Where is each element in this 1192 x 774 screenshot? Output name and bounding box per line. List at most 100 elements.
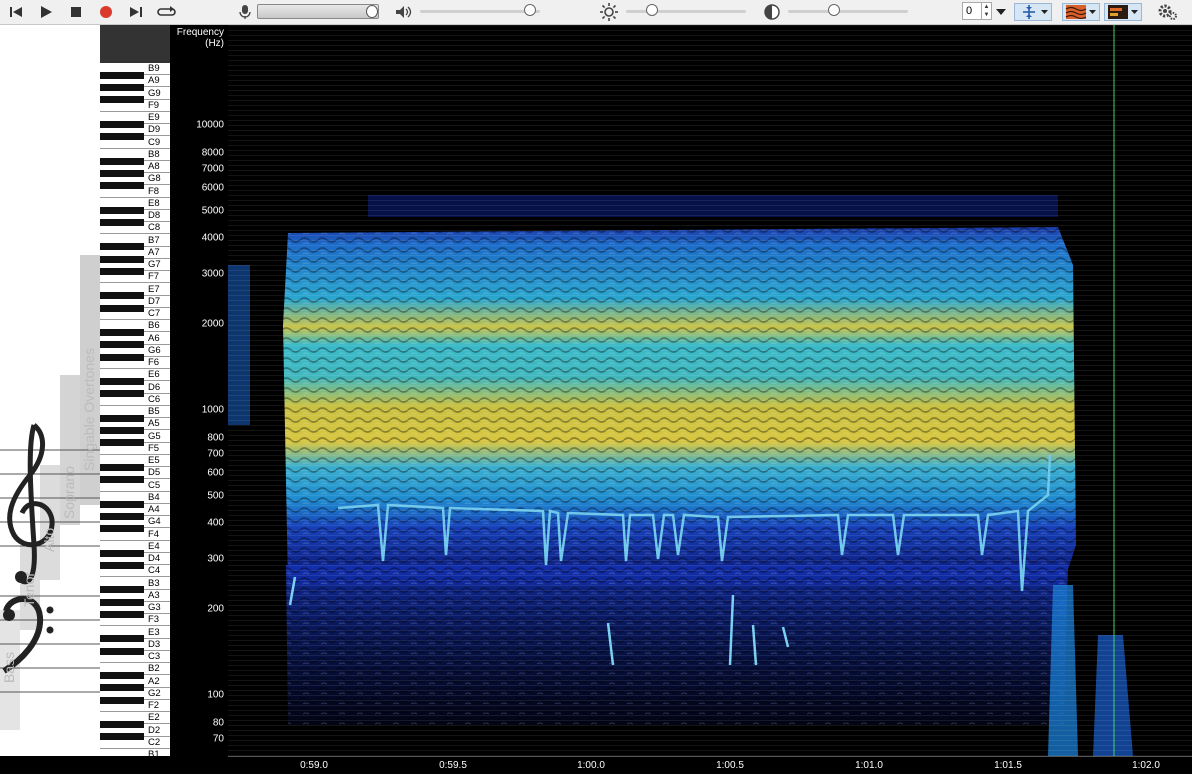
piano-note-label: C4 <box>148 565 161 577</box>
piano-black-key[interactable] <box>100 414 144 422</box>
piano-black-key[interactable] <box>100 525 144 532</box>
brightness-slider-thumb[interactable] <box>646 4 658 16</box>
piano-note-label: B9 <box>148 63 160 74</box>
loop-button[interactable] <box>155 2 179 22</box>
piano-black-key[interactable] <box>100 353 144 361</box>
colormap-dropdown[interactable] <box>1062 3 1100 21</box>
play-button[interactable] <box>36 2 56 22</box>
brightness-slider-track[interactable] <box>626 10 746 13</box>
piano-black-key[interactable] <box>100 549 144 557</box>
piano-note-label: C2 <box>148 736 161 748</box>
stop-button[interactable] <box>66 2 86 22</box>
piano-black-key[interactable] <box>100 561 144 569</box>
piano-black-key[interactable] <box>100 512 144 520</box>
piano-black-key[interactable] <box>100 255 144 263</box>
piano-black-key[interactable] <box>100 71 144 79</box>
frequency-tick-label: 70 <box>212 733 224 745</box>
voice-range-panel: Bass Tenor Alto Soprano Singable Overton… <box>0 25 100 756</box>
piano-black-key[interactable] <box>100 206 144 214</box>
piano-note-label: D2 <box>148 724 161 736</box>
piano-black-key[interactable] <box>100 304 144 312</box>
piano-black-key[interactable] <box>100 292 144 300</box>
piano-note-label: F8 <box>148 185 160 197</box>
record-icon <box>100 6 112 18</box>
piano-black-key[interactable] <box>100 684 144 692</box>
frequency-tick-label: 800 <box>207 432 224 444</box>
offset-dropdown-button[interactable] <box>994 2 1008 22</box>
piano-note-label: A2 <box>148 675 160 687</box>
volume-slider-thumb[interactable] <box>524 4 536 16</box>
piano-note-label: A7 <box>148 246 160 258</box>
piano-note-label: E9 <box>148 112 160 123</box>
piano-black-key[interactable] <box>100 218 144 226</box>
piano-black-key[interactable] <box>100 610 144 618</box>
piano-keys[interactable]: B9 A9 G9 F9 E9 D9 C9 B8 A8 G8 F8 E8 D8 C8 B7 A7 G7 F7 E7 D7… <box>100 63 170 756</box>
voice-label-bass: Bass <box>1 651 17 683</box>
piano-note-label: D9 <box>148 124 161 136</box>
brightness-icon <box>598 2 620 22</box>
piano-black-key[interactable] <box>100 586 144 594</box>
piano-black-key[interactable] <box>100 133 144 140</box>
pitch-marker-icon <box>1023 5 1048 19</box>
piano-black-key[interactable] <box>100 169 144 177</box>
piano-note-label: A8 <box>148 161 160 172</box>
piano-note-label: D5 <box>148 467 161 479</box>
spectrogram-image[interactable] <box>228 25 1192 756</box>
microphone-icon <box>236 2 254 22</box>
frequency-tick-label: 500 <box>207 490 224 502</box>
skip-forward-button[interactable] <box>126 2 146 22</box>
piano-black-key[interactable] <box>100 721 144 728</box>
piano-black-key[interactable] <box>100 500 144 508</box>
frequency-tick-label: 400 <box>207 517 224 529</box>
piano-black-key[interactable] <box>100 463 144 471</box>
piano-black-key[interactable] <box>100 672 144 679</box>
piano-note-label: B7 <box>148 234 160 246</box>
skip-back-button[interactable] <box>6 2 26 22</box>
piano-black-key[interactable] <box>100 476 144 483</box>
spectrogram-view[interactable] <box>228 25 1192 756</box>
piano-black-key[interactable] <box>100 390 144 398</box>
piano-note-label: D8 <box>148 210 161 221</box>
piano-black-key[interactable] <box>100 598 144 606</box>
contrast-slider-track[interactable] <box>788 10 908 13</box>
input-level-meter[interactable] <box>257 4 379 19</box>
piano-black-key[interactable] <box>100 157 144 165</box>
piano-note-label: B1 <box>148 749 160 756</box>
frequency-tick-label: 6000 <box>201 182 224 194</box>
piano-note-label: F6 <box>148 357 160 368</box>
piano-black-key[interactable] <box>100 378 144 385</box>
display-mode-dropdown[interactable] <box>1104 3 1142 21</box>
piano-header <box>100 25 170 63</box>
frequency-tick-label: 2000 <box>201 318 224 330</box>
piano-black-key[interactable] <box>100 427 144 434</box>
piano-note-label: B4 <box>148 491 160 503</box>
input-level-thumb[interactable] <box>366 5 378 18</box>
pitch-marker-dropdown[interactable] <box>1014 3 1052 21</box>
contrast-slider-thumb[interactable] <box>828 4 840 16</box>
piano-black-key[interactable] <box>100 329 144 336</box>
piano-black-key[interactable] <box>100 96 144 104</box>
piano-black-key[interactable] <box>100 696 144 704</box>
piano-note-label: D7 <box>148 295 161 307</box>
piano-black-key[interactable] <box>100 120 144 128</box>
piano-black-key[interactable] <box>100 341 144 349</box>
spin-arrows-icon[interactable]: ▲ ▼ <box>981 3 991 19</box>
piano-black-key[interactable] <box>100 647 144 655</box>
voice-label-tenor: Tenor <box>21 571 37 607</box>
piano-black-key[interactable] <box>100 267 144 275</box>
piano-note-label: D6 <box>148 381 161 393</box>
offset-spinbox[interactable]: 0 ▲ ▼ <box>962 2 992 20</box>
piano-black-key[interactable] <box>100 182 144 189</box>
piano-black-key[interactable] <box>100 635 144 643</box>
piano-black-key[interactable] <box>100 733 144 741</box>
time-tick-label: 0:59.5 <box>439 760 467 771</box>
piano-note-label: G9 <box>148 87 161 99</box>
piano-black-key[interactable] <box>100 84 144 91</box>
settings-button[interactable] <box>1156 2 1180 22</box>
record-button[interactable] <box>96 2 116 22</box>
piano-black-key[interactable] <box>100 243 144 251</box>
piano-note-label: G2 <box>148 687 161 699</box>
piano-black-key[interactable] <box>100 439 144 447</box>
volume-slider-track[interactable] <box>420 10 540 13</box>
loop-icon <box>157 6 176 16</box>
